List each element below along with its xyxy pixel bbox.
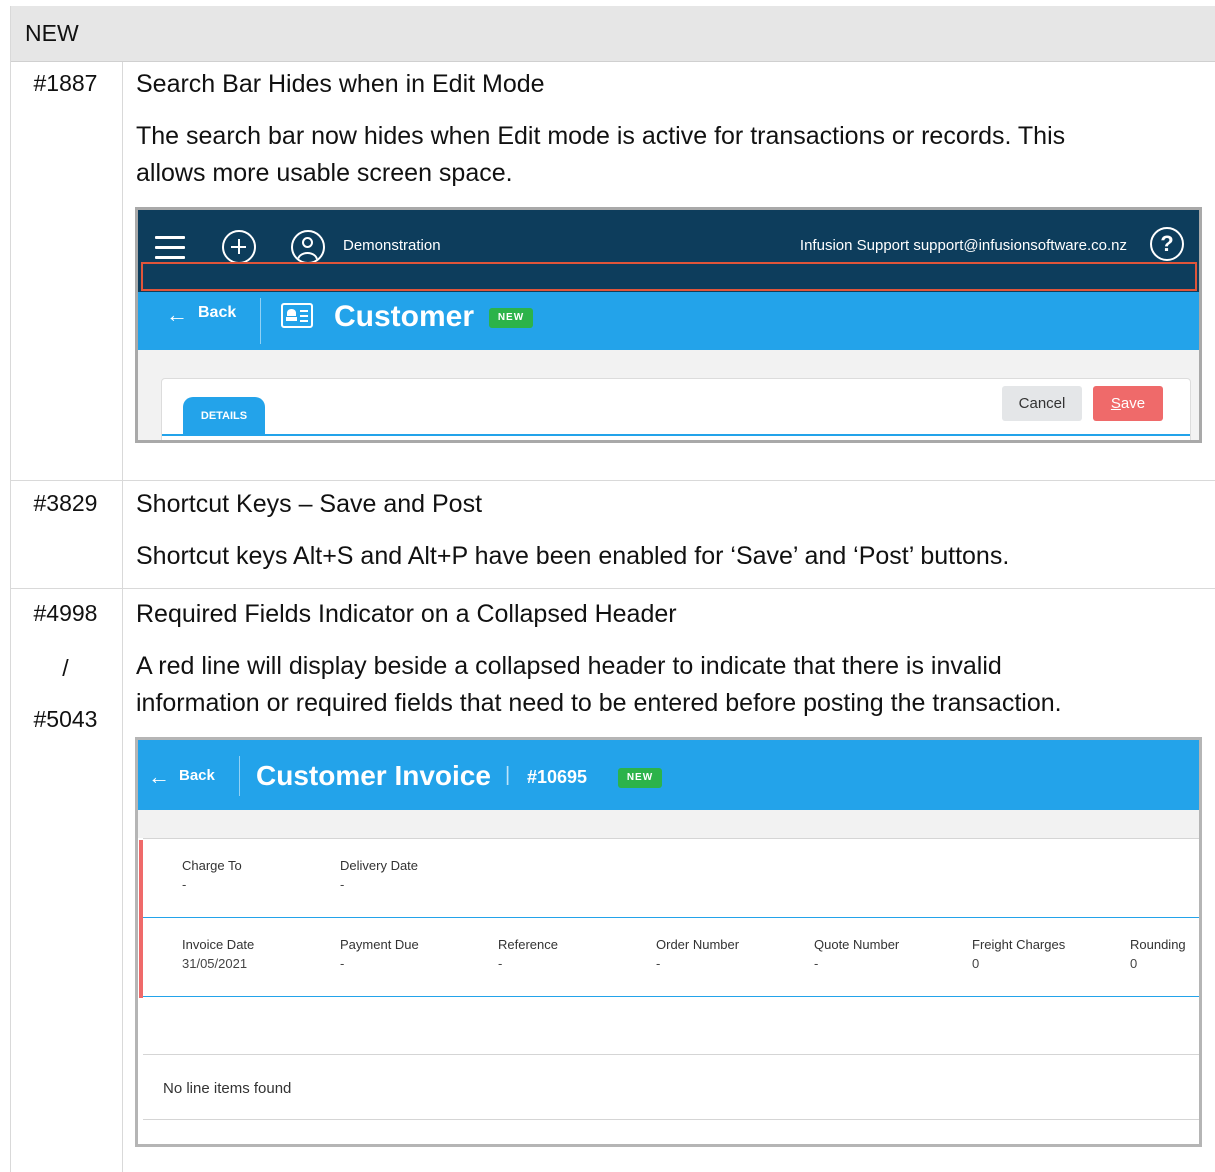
ticket-separator: / xyxy=(62,655,69,681)
field-label: Payment Due xyxy=(340,937,419,952)
back-arrow-icon[interactable]: ← xyxy=(148,764,170,790)
description-line: information or required fields that need… xyxy=(136,689,1062,717)
line-items-bottom-border xyxy=(143,1119,1199,1120)
field-label: Charge To xyxy=(182,858,242,873)
column-divider xyxy=(122,62,123,1172)
help-icon[interactable]: ? xyxy=(1150,227,1184,261)
new-badge: NEW xyxy=(489,308,533,328)
field-value: - xyxy=(814,956,819,971)
tab-underline xyxy=(162,434,1190,436)
section-divider xyxy=(143,917,1199,918)
field-value: - xyxy=(340,877,345,892)
item-title: Search Bar Hides when in Edit Mode xyxy=(136,70,545,98)
back-button[interactable]: Back xyxy=(179,767,215,784)
field-value: 31/05/2021 xyxy=(182,956,248,971)
description-line: allows more usable screen space. xyxy=(136,159,513,187)
item-title: Shortcut Keys – Save and Post xyxy=(136,490,483,518)
item-description: A red line will display beside a collaps… xyxy=(136,648,1196,722)
field-label: Quote Number xyxy=(814,937,900,952)
description-line: A red line will display beside a collaps… xyxy=(136,652,1002,680)
header-top-border xyxy=(143,838,1199,839)
save-button[interactable]: Save xyxy=(1093,386,1163,421)
field-value: 0 xyxy=(1130,956,1138,971)
new-badge: NEW xyxy=(618,768,662,788)
title-separator: | xyxy=(505,764,511,786)
page-title: Customer xyxy=(334,300,475,333)
ticket-id-4998: #4998 xyxy=(33,600,98,626)
header-divider xyxy=(239,756,240,796)
field-value: - xyxy=(498,956,503,971)
organisation-name[interactable]: Demonstration xyxy=(343,237,441,254)
tab-details[interactable]: DETAILS xyxy=(183,397,265,435)
row-divider xyxy=(11,588,1215,589)
description-line: Shortcut keys Alt+S and Alt+P have been … xyxy=(136,542,1010,570)
save-shortcut-letter: S xyxy=(1110,395,1121,412)
field-label: Freight Charges xyxy=(972,937,1066,952)
page-title: Customer Invoice xyxy=(256,760,491,791)
user-icon[interactable] xyxy=(291,230,325,264)
item-description: The search bar now hides when Edit mode … xyxy=(136,118,1196,192)
field-value: 0 xyxy=(972,956,980,971)
ticket-id-1887: #1887 xyxy=(33,70,98,96)
header-divider xyxy=(260,298,261,344)
ticket-id-5043: #5043 xyxy=(33,706,98,732)
section-header: NEW xyxy=(11,6,1215,62)
save-label-rest: ave xyxy=(1120,395,1146,412)
field-label: Reference xyxy=(498,937,558,952)
hidden-search-bar-highlight xyxy=(141,262,1197,291)
add-icon[interactable] xyxy=(222,230,256,264)
field-label: Order Number xyxy=(656,937,740,952)
empty-line-items-message: No line items found xyxy=(163,1080,292,1097)
field-label: Rounding xyxy=(1130,937,1186,952)
back-arrow-icon[interactable]: ← xyxy=(166,302,188,328)
item-description: Shortcut keys Alt+S and Alt+P have been … xyxy=(136,538,1196,575)
customer-card-icon xyxy=(281,303,313,328)
details-panel: DETAILS Cancel Save xyxy=(161,378,1191,440)
invoice-number: #10695 xyxy=(527,767,588,787)
invoice-screenshot: ← Back Customer Invoice | #10695 NEW Cha… xyxy=(135,737,1202,1147)
content-background xyxy=(138,810,1199,838)
support-contact[interactable]: Infusion Support support@infusionsoftwar… xyxy=(800,237,1127,254)
section-divider xyxy=(143,996,1199,997)
field-value: - xyxy=(182,877,187,892)
edit-mode-screenshot: Demonstration Infusion Support support@i… xyxy=(135,207,1202,443)
field-value: - xyxy=(656,956,661,971)
description-line: The search bar now hides when Edit mode … xyxy=(136,122,1066,150)
item-title: Required Fields Indicator on a Collapsed… xyxy=(136,600,677,628)
ticket-id-3829: #3829 xyxy=(33,490,98,516)
field-value: - xyxy=(340,956,345,971)
back-button[interactable]: Back xyxy=(198,304,236,322)
field-label: Delivery Date xyxy=(340,858,419,873)
required-fields-indicator xyxy=(139,840,143,998)
field-label: Invoice Date xyxy=(182,937,255,952)
row-divider xyxy=(11,480,1215,481)
section-title: NEW xyxy=(25,20,79,46)
cancel-button[interactable]: Cancel xyxy=(1002,386,1082,421)
line-items-top-border xyxy=(143,1054,1199,1055)
